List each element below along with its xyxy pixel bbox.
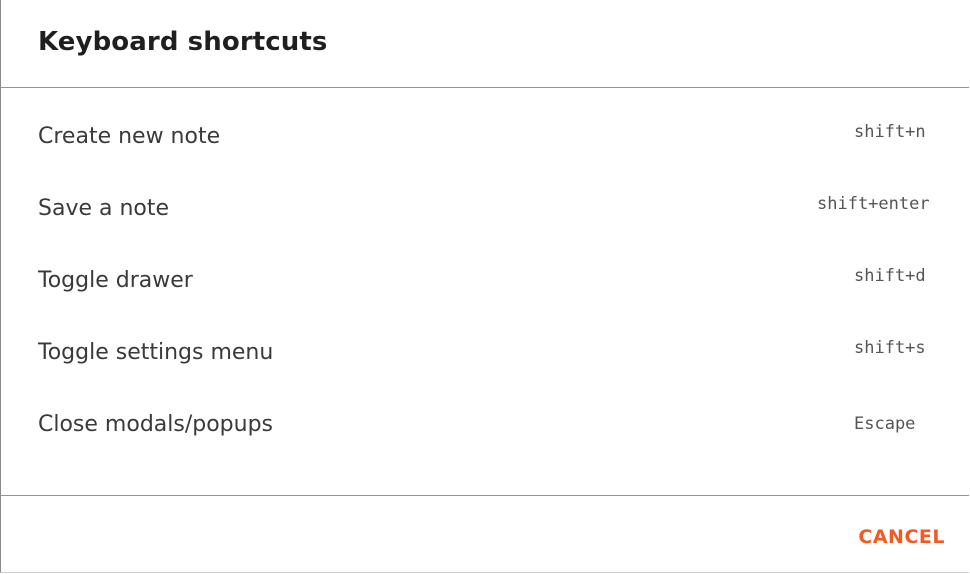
keyboard-shortcuts-dialog: Keyboard shortcuts Create new note shift…	[0, 0, 969, 573]
shortcut-row: Toggle drawer shift+d	[1, 258, 969, 330]
dialog-header: Keyboard shortcuts	[1, 0, 969, 88]
shortcut-label: Create new note	[38, 124, 221, 149]
shortcut-row: Create new note shift+n	[1, 114, 969, 186]
shortcut-keys: shift+s	[854, 338, 926, 358]
shortcut-row: Save a note shift+enter	[1, 186, 969, 258]
shortcut-list: Create new note shift+n Save a note shif…	[1, 88, 969, 496]
shortcut-keys: shift+n	[854, 122, 926, 142]
shortcut-keys: Escape	[854, 414, 916, 434]
shortcut-row: Close modals/popups Escape	[1, 402, 969, 474]
dialog-title: Keyboard shortcuts	[38, 26, 328, 57]
shortcut-label: Toggle drawer	[38, 268, 193, 293]
shortcut-label: Save a note	[38, 196, 170, 221]
shortcut-row: Toggle settings menu shift+s	[1, 330, 969, 402]
shortcut-keys: shift+enter	[817, 194, 930, 214]
shortcut-label: Toggle settings menu	[38, 340, 274, 365]
dialog-footer: CANCEL	[1, 496, 969, 572]
cancel-button[interactable]: CANCEL	[854, 522, 949, 552]
shortcut-label: Close modals/popups	[38, 412, 274, 437]
shortcut-keys: shift+d	[854, 266, 926, 286]
